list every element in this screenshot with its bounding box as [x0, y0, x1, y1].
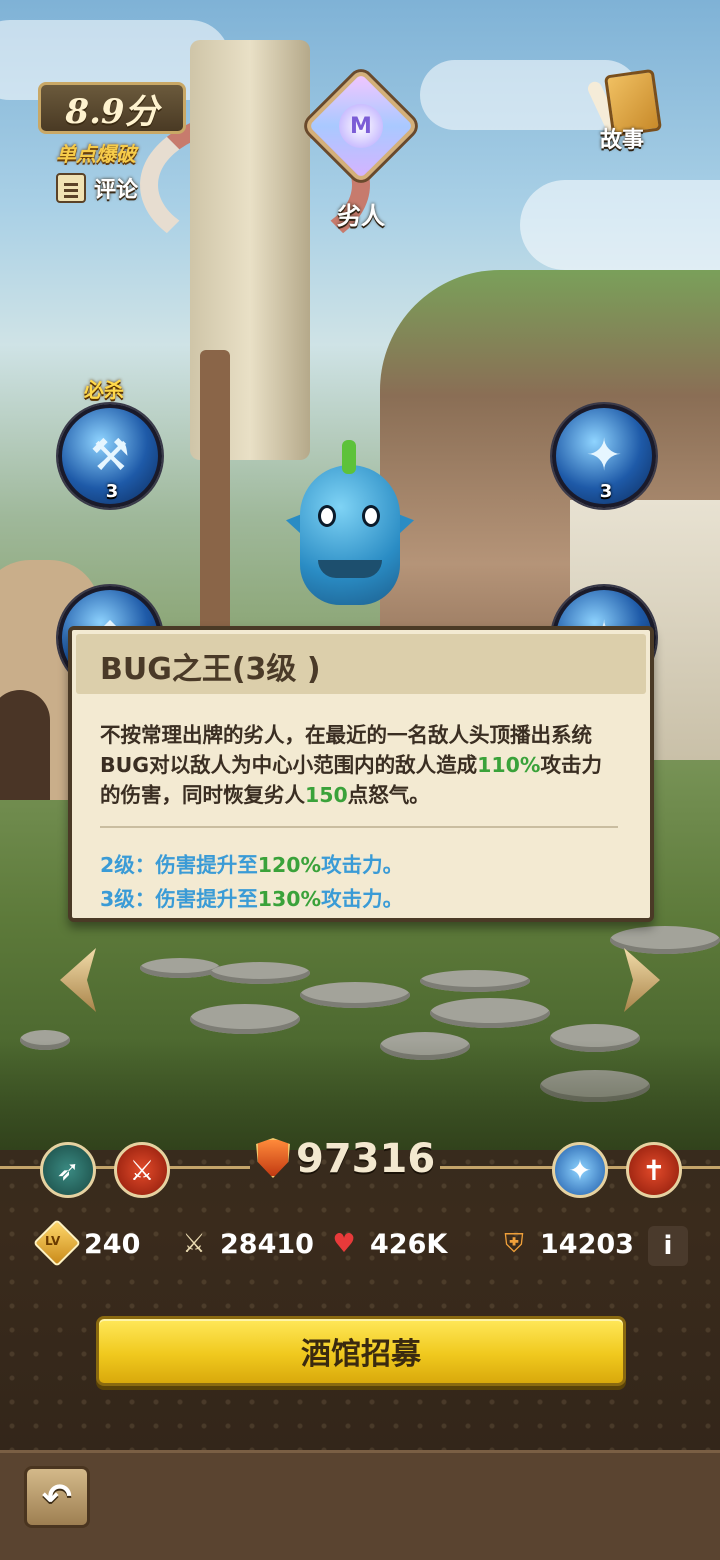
rank-emblem-icon: M	[339, 104, 383, 148]
hammer-skill-icon: ⚒	[90, 430, 130, 481]
defense-stat: ⛨ 14203	[496, 1226, 634, 1262]
tavern-recruit-button[interactable]: 酒馆招募	[96, 1316, 626, 1386]
recruit-label: 酒馆招募	[301, 1337, 421, 1372]
level-prefix: 2级：伤害提升至	[100, 853, 258, 877]
comment-button[interactable]: 评论	[56, 172, 138, 204]
tooltip-header: BUG之王(3级 )	[76, 634, 646, 694]
level-suffix: 攻击力。	[321, 887, 404, 911]
doorway	[0, 690, 50, 800]
level-stat: LV 240	[32, 1218, 141, 1268]
power-value: 97316	[296, 1136, 436, 1182]
stepping-stone	[190, 1004, 300, 1034]
skill-title: BUG之王(3级 )	[100, 652, 321, 687]
skill-2-button[interactable]: ✦ 3	[552, 404, 656, 508]
attack-value: 28410	[220, 1228, 314, 1260]
cloud	[520, 180, 720, 270]
comment-label: 评论	[94, 178, 139, 203]
level-value: 240	[84, 1228, 141, 1260]
ultimate-label: 必杀	[84, 378, 124, 402]
bow-class-icon[interactable]: ➶	[40, 1142, 96, 1198]
skill-tooltip: BUG之王(3级 ) 不按常理出牌的劣人，在最近的一名敌人头顶播出系统BUG对以…	[68, 626, 654, 922]
skill-level: 3	[105, 481, 119, 502]
divider	[100, 826, 618, 828]
hero-head	[300, 465, 400, 605]
stepping-stone	[420, 970, 530, 992]
skill-ultimate-button[interactable]: ⚒ 3	[58, 404, 162, 508]
axe-faction-icon[interactable]: ⚔	[114, 1142, 170, 1198]
hero-eye	[318, 505, 336, 527]
desc-text: 点怒气。	[347, 783, 430, 807]
hero-tag: 单点爆破	[56, 142, 136, 166]
hero-figure[interactable]	[286, 440, 414, 620]
stepping-stone	[610, 926, 720, 954]
score-box: 8.9分	[38, 82, 186, 134]
hp-value: 426K	[370, 1228, 448, 1260]
skill-description: 不按常理出牌的劣人，在最近的一名敌人头顶播出系统BUG对以敌人为中心小范围内的敌…	[100, 720, 620, 810]
info-button[interactable]: i	[648, 1226, 688, 1266]
hero-mouth	[318, 560, 382, 578]
level-3-bonus: 3级：伤害提升至130%攻击力。	[100, 882, 403, 912]
crossed-swords-icon: ⚔	[182, 1229, 206, 1259]
level-suffix: 攻击力。	[321, 853, 404, 877]
comment-icon	[56, 173, 86, 203]
defense-value: 14203	[540, 1228, 634, 1260]
hero-fin	[342, 440, 356, 474]
level-icon-text: LV	[45, 1234, 61, 1248]
ground-shade	[0, 1040, 720, 1150]
shield-icon: ⛨	[504, 1228, 524, 1259]
stepping-stone	[140, 958, 220, 978]
hero-eye	[362, 505, 380, 527]
panel-pattern	[0, 1150, 720, 1450]
hp-stat: ♥ 426K	[326, 1226, 447, 1262]
level-value: 130%	[257, 887, 322, 911]
footer-bar	[0, 1450, 720, 1560]
skill-type-icon[interactable]: ✦	[552, 1142, 608, 1198]
skill-level: 3	[599, 481, 613, 502]
level-prefix: 3级：伤害提升至	[100, 887, 258, 911]
rank-label: 劣人	[337, 202, 385, 230]
story-label[interactable]: 故事	[600, 122, 644, 154]
score-value: 8.9分	[65, 91, 159, 132]
level-value: 120%	[257, 853, 322, 877]
stepping-stone	[430, 998, 550, 1028]
wooden-pole	[200, 350, 230, 650]
heart-icon: ♥	[332, 1229, 356, 1259]
level-2-bonus: 2级：伤害提升至120%攻击力。	[100, 848, 403, 878]
level-icon: LV	[32, 1218, 82, 1268]
stepping-stone	[210, 962, 310, 984]
stepping-stone	[300, 982, 410, 1008]
sword-faction-icon[interactable]: ✝	[626, 1142, 682, 1198]
attack-stat: ⚔ 28410	[176, 1226, 314, 1262]
desc-highlight: 110%	[477, 753, 541, 777]
back-button[interactable]: ↶	[24, 1466, 90, 1528]
desc-highlight: 150	[305, 783, 348, 807]
pig-skill-icon: ✦	[585, 430, 623, 481]
